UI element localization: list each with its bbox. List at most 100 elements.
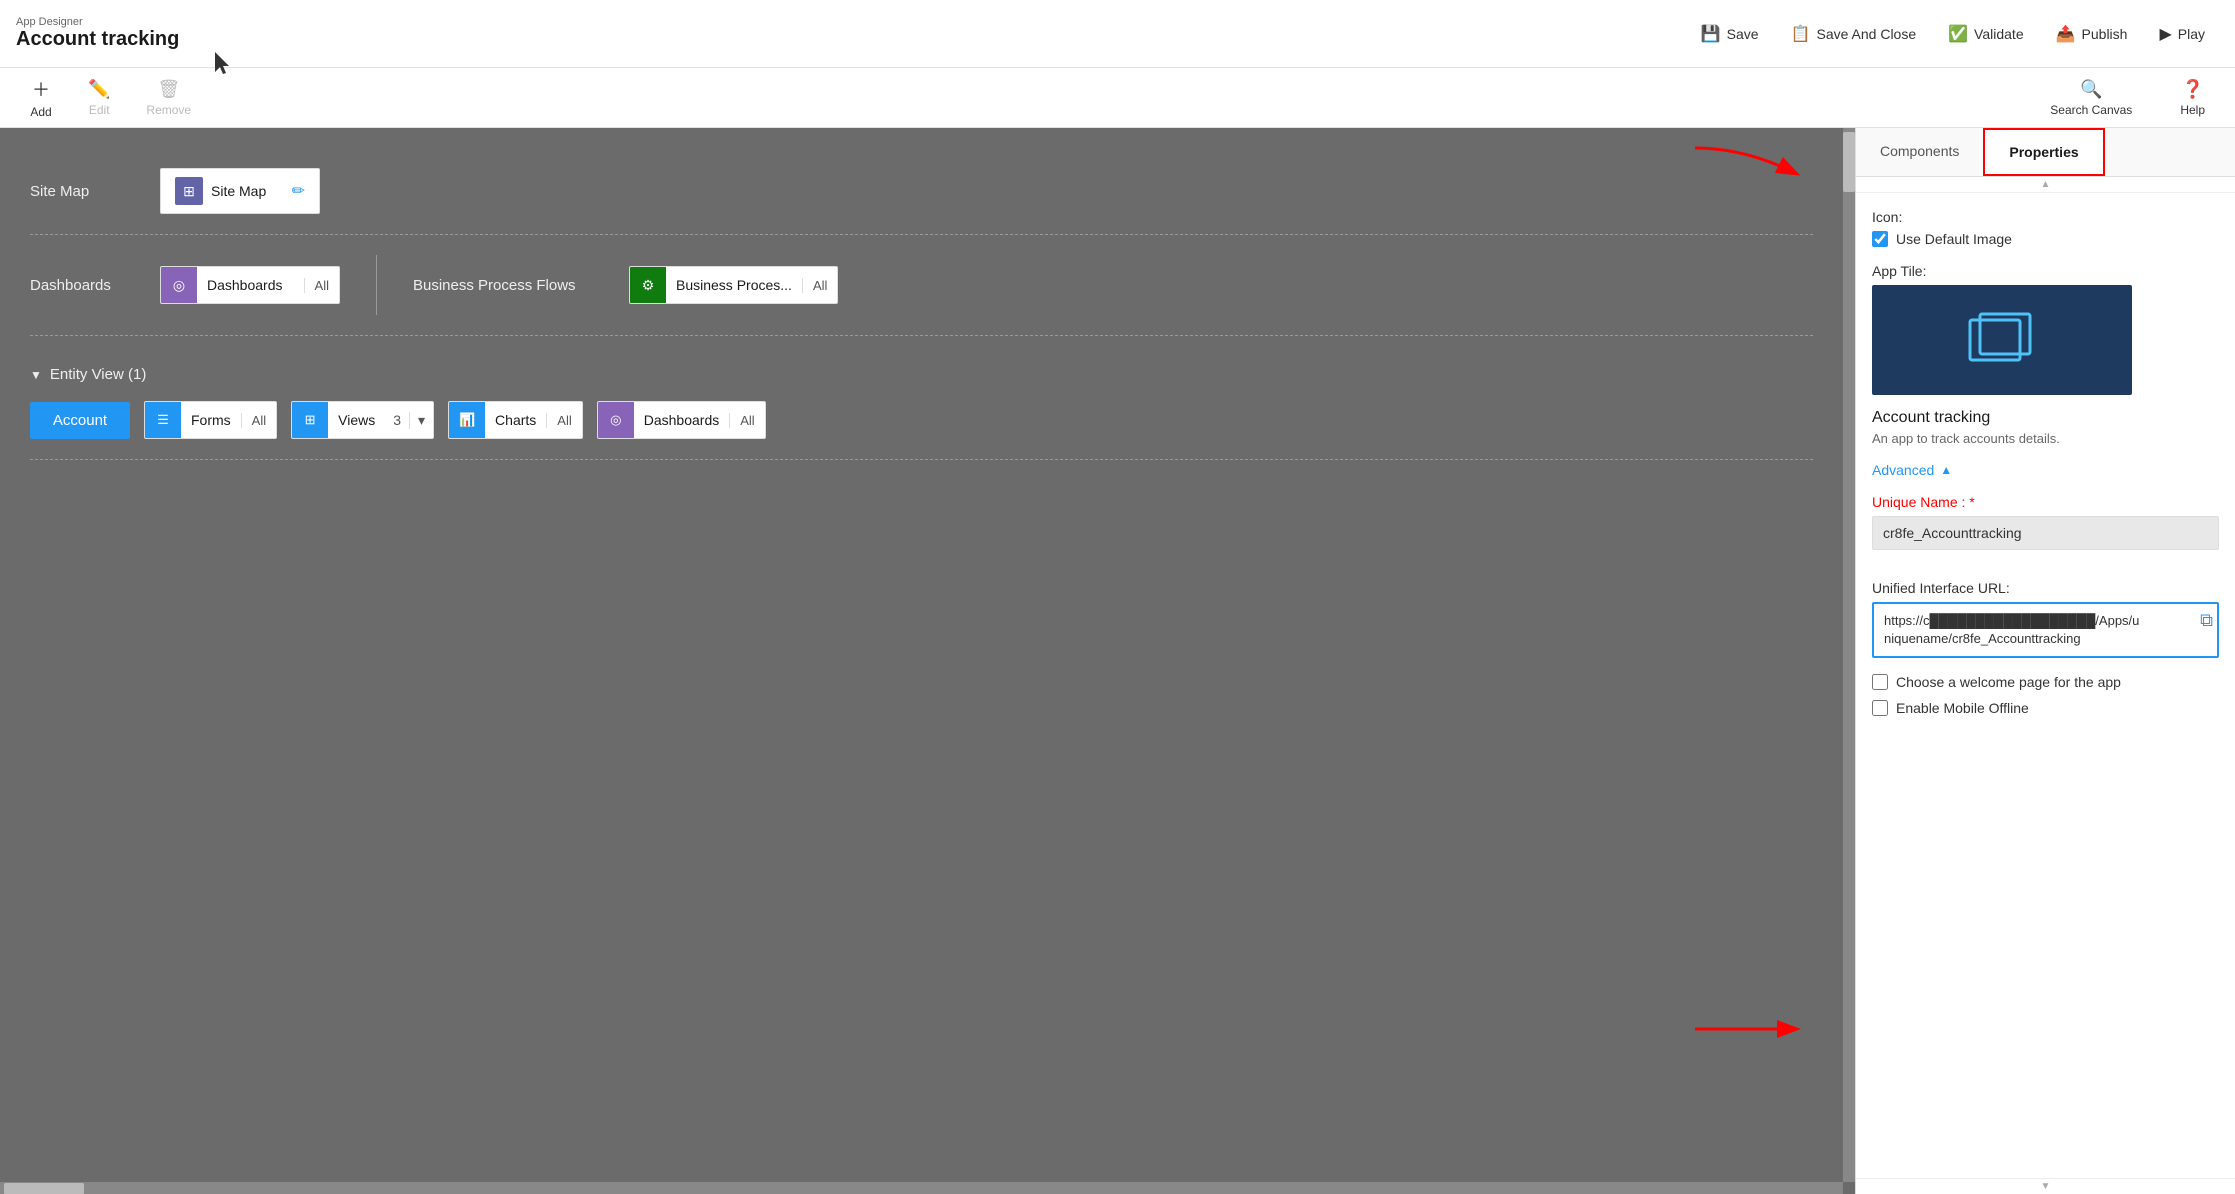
sitemap-row-label: Site Map bbox=[30, 183, 160, 200]
dashboards-name: Dashboards bbox=[197, 277, 304, 293]
forms-all[interactable]: All bbox=[241, 413, 276, 428]
views-name: Views bbox=[328, 412, 385, 428]
canvas-content: Site Map ⊞ Site Map ✏ Dashboards ◎ Dashb… bbox=[0, 128, 1855, 480]
advanced-toggle-button[interactable]: Advanced ▲ bbox=[1872, 462, 1952, 478]
charts-all[interactable]: All bbox=[546, 413, 581, 428]
save-close-icon: 📋 bbox=[1791, 24, 1811, 44]
sitemap-row-content: ⊞ Site Map ✏ bbox=[160, 168, 1813, 214]
views-icon: ⊞ bbox=[292, 402, 328, 438]
views-block[interactable]: ⊞ Views 3 ▾ bbox=[291, 401, 434, 439]
views-dropdown-icon[interactable]: ▾ bbox=[409, 412, 433, 429]
red-arrow-bottom bbox=[1685, 1004, 1805, 1054]
unified-url-value: https://c██████████████████/Apps/uniquen… bbox=[1872, 602, 2219, 658]
app-tile-name: Account tracking bbox=[1872, 409, 2219, 427]
save-icon: 💾 bbox=[1701, 24, 1721, 44]
charts-name: Charts bbox=[485, 412, 546, 428]
right-panel: Components Properties ▲ Icon: Use Defaul… bbox=[1855, 128, 2235, 1194]
dashboards-block[interactable]: ◎ Dashboards All bbox=[160, 266, 340, 304]
use-default-checkbox[interactable] bbox=[1872, 231, 1888, 247]
charts-icon: 📊 bbox=[449, 402, 485, 438]
canvas-scrollbar-v[interactable] bbox=[1843, 128, 1855, 1182]
account-button[interactable]: Account bbox=[30, 402, 130, 439]
play-button[interactable]: ▶ Play bbox=[2145, 18, 2219, 50]
edit-button[interactable]: ✏️ Edit bbox=[74, 73, 124, 123]
divider bbox=[376, 255, 377, 315]
header: App Designer Account tracking 💾 Save 📋 S… bbox=[0, 0, 2235, 68]
tab-components[interactable]: Components bbox=[1856, 128, 1983, 176]
entity-dashboards-icon: ◎ bbox=[598, 402, 634, 438]
help-icon: ❓ bbox=[2181, 79, 2203, 100]
publish-icon: 📤 bbox=[2056, 24, 2076, 44]
canvas-scrollbar-h[interactable] bbox=[0, 1182, 1843, 1194]
entity-view-label: Entity View (1) bbox=[50, 366, 146, 383]
sitemap-icon: ⊞ bbox=[175, 177, 203, 205]
bpf-name: Business Proces... bbox=[666, 277, 802, 293]
search-canvas-icon: 🔍 bbox=[2080, 79, 2102, 100]
sitemap-block[interactable]: ⊞ Site Map ✏ bbox=[160, 168, 320, 214]
dashboards-row: Dashboards ◎ Dashboards All Business Pro… bbox=[30, 235, 1813, 336]
canvas: Site Map ⊞ Site Map ✏ Dashboards ◎ Dashb… bbox=[0, 128, 1855, 1194]
toolbar-right: 🔍 Search Canvas ❓ Help bbox=[2036, 73, 2219, 123]
advanced-chevron-icon: ▲ bbox=[1940, 463, 1952, 477]
header-actions: 💾 Save 📋 Save And Close ✅ Validate 📤 Pub… bbox=[1687, 18, 2219, 50]
forms-icon: ☰ bbox=[145, 402, 181, 438]
dashboards-row-label: Dashboards bbox=[30, 277, 160, 294]
unique-name-label: Unique Name : * bbox=[1872, 494, 2219, 510]
bpf-label: Business Process Flows bbox=[413, 277, 613, 294]
save-button[interactable]: 💾 Save bbox=[1687, 18, 1773, 50]
edit-icon: ✏️ bbox=[88, 79, 110, 100]
header-title-area: App Designer Account tracking bbox=[16, 16, 1687, 51]
sitemap-name: Site Map bbox=[211, 183, 280, 199]
validate-button[interactable]: ✅ Validate bbox=[1934, 18, 2037, 50]
bpf-all[interactable]: All bbox=[802, 278, 837, 293]
entity-dashboards-block[interactable]: ◎ Dashboards All bbox=[597, 401, 766, 439]
welcome-page-checkbox[interactable] bbox=[1872, 674, 1888, 690]
dashboards-icon: ◎ bbox=[161, 267, 197, 303]
app-tile-label: App Tile: bbox=[1872, 263, 2219, 279]
use-default-label: Use Default Image bbox=[1896, 231, 2012, 247]
publish-button[interactable]: 📤 Publish bbox=[2042, 18, 2142, 50]
add-button[interactable]: ＋ Add bbox=[16, 70, 66, 125]
forms-block[interactable]: ☰ Forms All bbox=[144, 401, 277, 439]
app-tile-section: App Tile: Account tracking An app to tra… bbox=[1872, 263, 2219, 446]
app-title: Account tracking bbox=[16, 28, 179, 50]
bpf-icon: ⚙ bbox=[630, 267, 666, 303]
app-tile-preview bbox=[1872, 285, 2132, 395]
dashboards-row-content: ◎ Dashboards All Business Process Flows … bbox=[160, 255, 1813, 315]
app-designer-label: App Designer bbox=[16, 16, 1687, 28]
mobile-offline-row: Enable Mobile Offline bbox=[1872, 700, 2219, 716]
remove-button[interactable]: 🗑 Remove bbox=[132, 73, 205, 123]
app-tile-desc: An app to track accounts details. bbox=[1872, 431, 2219, 446]
unified-url-label: Unified Interface URL: bbox=[1872, 580, 2219, 596]
search-canvas-button[interactable]: 🔍 Search Canvas bbox=[2036, 73, 2146, 123]
required-star: * bbox=[1969, 494, 1974, 510]
entity-view-header: ▼ Entity View (1) bbox=[30, 350, 1813, 391]
url-copy-button[interactable]: ⧉ bbox=[2200, 610, 2213, 631]
app-tile-svg bbox=[1966, 310, 2038, 370]
icon-label: Icon: bbox=[1872, 209, 2219, 225]
panel-scroll-up[interactable]: ▲ bbox=[1856, 177, 2235, 193]
chevron-down-icon[interactable]: ▼ bbox=[30, 368, 42, 382]
play-icon: ▶ bbox=[2159, 24, 2171, 44]
welcome-page-row: Choose a welcome page for the app bbox=[1872, 674, 2219, 690]
charts-block[interactable]: 📊 Charts All bbox=[448, 401, 583, 439]
entity-dashboards-name: Dashboards bbox=[634, 412, 730, 428]
unique-name-section: Unique Name : * bbox=[1872, 494, 2219, 564]
bpf-block[interactable]: ⚙ Business Proces... All bbox=[629, 266, 838, 304]
sitemap-edit-icon[interactable]: ✏ bbox=[292, 181, 305, 201]
help-button[interactable]: ❓ Help bbox=[2166, 73, 2219, 123]
add-icon: ＋ bbox=[32, 76, 50, 102]
mobile-offline-checkbox[interactable] bbox=[1872, 700, 1888, 716]
tab-properties[interactable]: Properties bbox=[1983, 128, 2104, 176]
save-and-close-button[interactable]: 📋 Save And Close bbox=[1777, 18, 1931, 50]
validate-icon: ✅ bbox=[1948, 24, 1968, 44]
canvas-scrollbar-thumb-h[interactable] bbox=[4, 1183, 84, 1194]
panel-scroll-down[interactable]: ▼ bbox=[1856, 1178, 2235, 1194]
dashboards-all[interactable]: All bbox=[304, 278, 339, 293]
views-count: 3 bbox=[385, 412, 409, 428]
unique-name-input[interactable] bbox=[1872, 516, 2219, 550]
entity-dashboards-all[interactable]: All bbox=[729, 413, 764, 428]
canvas-scrollbar-thumb-v[interactable] bbox=[1843, 132, 1855, 192]
icon-section: Icon: Use Default Image bbox=[1872, 209, 2219, 247]
main-area: Site Map ⊞ Site Map ✏ Dashboards ◎ Dashb… bbox=[0, 128, 2235, 1194]
